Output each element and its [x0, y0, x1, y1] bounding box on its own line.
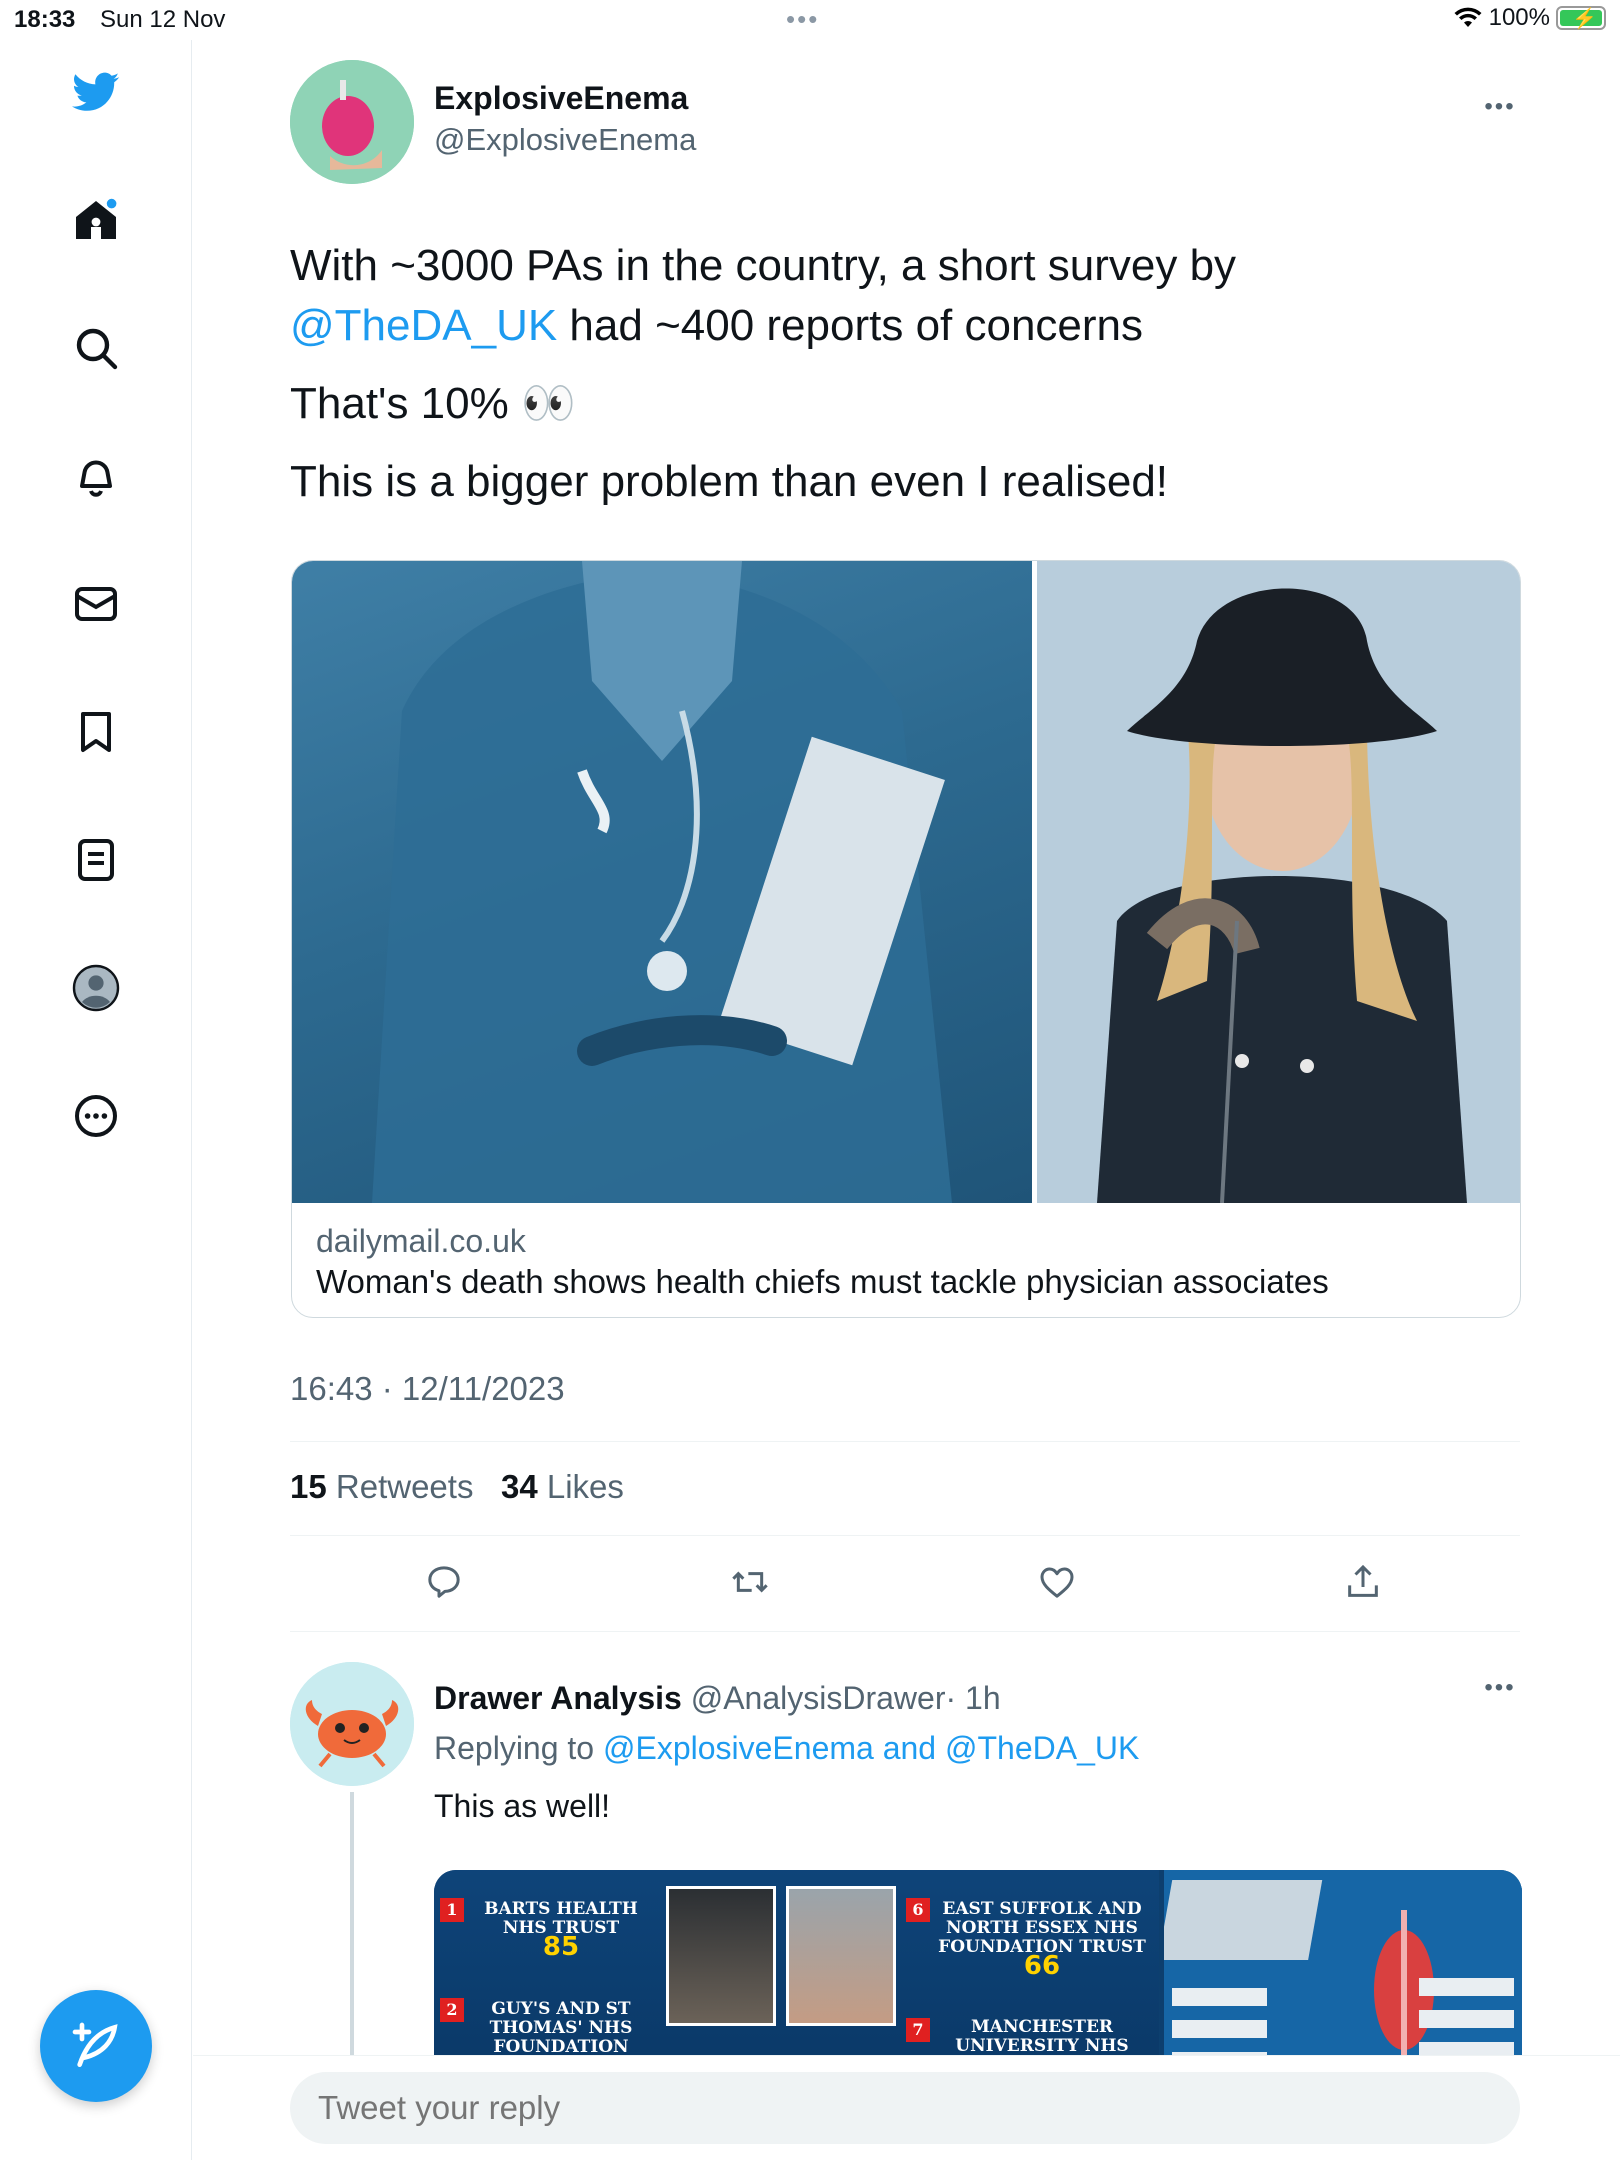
tweet-text-paragraph-1: With ~3000 PAs in the country, a short s…: [290, 241, 1237, 350]
reply-text: This as well!: [434, 1788, 611, 1824]
infographic-item: EAST SUFFOLK AND NORTH ESSEX NHS FOUNDAT…: [938, 1899, 1146, 1981]
reply-time[interactable]: · 1h: [945, 1680, 1000, 1716]
battery-percentage: 100%: [1488, 4, 1550, 31]
rank-badge: 6: [906, 1898, 930, 1922]
thread-line: [350, 1792, 354, 2092]
reply-author-avatar[interactable]: [290, 1662, 414, 1786]
sidebar: [0, 40, 192, 2160]
reply-more-icon[interactable]: •••: [1480, 1674, 1520, 1701]
tweet-more-icon[interactable]: •••: [1480, 93, 1520, 120]
author-name[interactable]: ExplosiveEnema: [434, 80, 688, 117]
like-icon: [1040, 1567, 1074, 1598]
divider: [290, 1535, 1520, 1536]
divider: [290, 1631, 1520, 1632]
share-button[interactable]: [1339, 1558, 1387, 1606]
retweet-button[interactable]: [726, 1558, 774, 1606]
reply-input[interactable]: [290, 2072, 1520, 2144]
reply-author-name[interactable]: Drawer Analysis: [434, 1680, 682, 1716]
rank-badge: 1: [440, 1898, 464, 1922]
status-bar: 18:33 Sun 12 Nov ••• 100% ⚡: [0, 0, 1620, 40]
search-icon[interactable]: [70, 322, 122, 374]
bell-icon[interactable]: [70, 450, 122, 502]
reply-bar: [193, 2055, 1620, 2160]
tweet-text-paragraph-2: That's 10% 👀: [290, 379, 576, 428]
main-timeline: ExplosiveEnema @ExplosiveEnema ••• With …: [193, 40, 1620, 2160]
rank-badge: 2: [440, 1998, 464, 2022]
reply-header: Drawer Analysis @AnalysisDrawer· 1h: [434, 1680, 1001, 1717]
link-card[interactable]: dailymail.co.uk Woman's death shows heal…: [291, 560, 1521, 1318]
card-image-woman: [1037, 561, 1520, 1204]
compose-feather-icon: [72, 2022, 118, 2067]
infographic-photo: [786, 1886, 896, 2026]
list-icon[interactable]: [70, 834, 122, 886]
multitasking-dots-icon[interactable]: •••: [786, 4, 819, 35]
card-title: Woman's death shows health chiefs must t…: [316, 1263, 1329, 1300]
bookmark-icon[interactable]: [70, 706, 122, 758]
author-avatar[interactable]: [290, 60, 414, 184]
retweets-stat[interactable]: 15 Retweets: [290, 1468, 473, 1505]
divider: [290, 1441, 1520, 1442]
reply-author-handle[interactable]: @AnalysisDrawer: [691, 1680, 946, 1716]
author-handle[interactable]: @ExplosiveEnema: [434, 122, 696, 158]
replying-to: Replying to @ExplosiveEnema and @TheDA_U…: [434, 1730, 1140, 1766]
status-date: Sun 12 Nov: [100, 6, 226, 33]
battery-charging-icon: ⚡: [1556, 6, 1606, 30]
tweet-timestamp[interactable]: 16:43 · 12/11/2023: [290, 1370, 565, 1408]
twitter-bird-icon[interactable]: [70, 66, 122, 118]
infographic-item: BARTS HEALTH NHS TRUST 85: [484, 1899, 638, 1962]
share-icon: [1348, 1564, 1378, 1597]
status-right: 100% ⚡: [1453, 4, 1606, 32]
retweet-icon: [732, 1571, 768, 1593]
wifi-icon: [1454, 7, 1482, 27]
tweet-text-paragraph-3: This is a bigger problem than even I rea…: [290, 457, 1169, 506]
mail-icon[interactable]: [70, 578, 122, 630]
card-image-nurse: [292, 561, 1032, 1203]
status-time: 18:33: [14, 6, 76, 33]
card-domain: dailymail.co.uk: [316, 1223, 526, 1259]
mention-link[interactable]: @TheDA_UK: [290, 301, 557, 350]
home-icon[interactable]: [70, 194, 122, 246]
like-button[interactable]: [1033, 1558, 1081, 1606]
rank-badge: 7: [906, 2018, 930, 2042]
replying-to-mentions[interactable]: @ExplosiveEnema and @TheDA_UK: [603, 1730, 1139, 1766]
profile-icon[interactable]: [70, 962, 122, 1014]
tweet-stats: 15 Retweets 34 Likes: [290, 1468, 624, 1506]
infographic-photo: [666, 1886, 776, 2026]
compose-tweet-button[interactable]: [40, 1990, 152, 2102]
tweet-text: With ~3000 PAs in the country, a short s…: [290, 236, 1520, 530]
reply-button[interactable]: [420, 1558, 468, 1606]
reply-icon: [428, 1566, 460, 1598]
likes-stat[interactable]: 34 Likes: [501, 1468, 624, 1505]
more-circle-icon[interactable]: [70, 1090, 122, 1142]
